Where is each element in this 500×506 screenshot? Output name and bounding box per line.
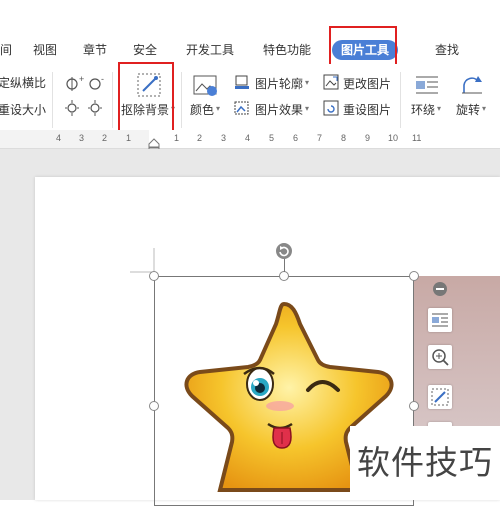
ribbon-tab-bar: 间 视图 章节 安全 开发工具 特色功能 查找 bbox=[0, 34, 500, 89]
ruler-tick-label: 9 bbox=[365, 133, 371, 143]
rotate-dropdown-icon[interactable]: ▾ bbox=[482, 104, 486, 113]
change-picture-button[interactable]: 更改图片 bbox=[343, 75, 391, 92]
picture-color-icon bbox=[193, 75, 217, 96]
change-picture-icon bbox=[323, 74, 339, 90]
rotate-button[interactable]: 旋转 bbox=[456, 101, 480, 118]
picture-color-button[interactable]: 颜色 bbox=[190, 101, 214, 118]
ribbon-divider bbox=[52, 72, 53, 128]
text-wrap-icon bbox=[416, 76, 438, 94]
collapse-toolbar-icon[interactable] bbox=[432, 281, 448, 297]
ruler-tick-label: 4 bbox=[56, 133, 62, 143]
tab-developer-tools[interactable]: 开发工具 bbox=[186, 41, 234, 58]
ribbon-divider bbox=[112, 72, 113, 128]
text-wrap-button[interactable]: 环绕 bbox=[411, 101, 435, 118]
wrap-text-icon bbox=[432, 313, 448, 327]
ribbon-divider bbox=[400, 72, 401, 128]
picture-outline-icon bbox=[235, 75, 249, 89]
ruler-tick-label: 2 bbox=[197, 133, 203, 143]
ruler-tick-label: 6 bbox=[293, 133, 299, 143]
tab-special-features[interactable]: 特色功能 bbox=[263, 41, 311, 58]
tab-find[interactable]: 查找 bbox=[435, 41, 459, 58]
ruler-tick-label: 7 bbox=[317, 133, 323, 143]
tab-page-layout[interactable]: 间 bbox=[0, 41, 12, 58]
outline-dropdown-icon[interactable]: ▾ bbox=[305, 78, 309, 87]
effects-dropdown-icon[interactable]: ▾ bbox=[305, 104, 309, 113]
color-dropdown-icon[interactable]: ▾ bbox=[216, 104, 220, 113]
wrap-dropdown-icon[interactable]: ▾ bbox=[437, 104, 441, 113]
ruler-tick-label: 5 bbox=[269, 133, 275, 143]
ruler-tick-label: 8 bbox=[341, 133, 347, 143]
highlight-box-remove-background bbox=[118, 62, 174, 132]
rotate-handle-stem bbox=[284, 258, 285, 272]
ruler-tick-label: 2 bbox=[102, 133, 108, 143]
rotate-icon bbox=[462, 76, 482, 94]
ruler-tick-label: 4 bbox=[245, 133, 251, 143]
picture-effects-icon bbox=[234, 101, 249, 115]
resize-handle-top-right[interactable] bbox=[409, 271, 419, 281]
watermark-text: 软件技巧 bbox=[350, 426, 500, 500]
lock-aspect-ratio-button[interactable]: 定纵横比 bbox=[0, 74, 46, 91]
crop-adjust-icons[interactable]: + - bbox=[64, 74, 104, 120]
ruler-tick-label: 11 bbox=[412, 133, 422, 143]
zoom-picture-button[interactable] bbox=[428, 345, 452, 369]
reset-picture-icon bbox=[323, 100, 339, 116]
picture-background-area bbox=[414, 276, 500, 426]
tab-security[interactable]: 安全 bbox=[133, 41, 157, 58]
zoom-in-icon bbox=[432, 349, 449, 366]
remove-background-icon bbox=[431, 388, 449, 406]
svg-text:+: + bbox=[79, 74, 84, 84]
reset-size-button[interactable]: 重设大小 bbox=[0, 101, 46, 118]
ruler-tick-label: 1 bbox=[126, 133, 132, 143]
picture-outline-button[interactable]: 图片轮廓 bbox=[255, 75, 303, 92]
resize-handle-top[interactable] bbox=[279, 271, 289, 281]
picture-effects-button[interactable]: 图片效果 bbox=[255, 101, 303, 118]
svg-text:-: - bbox=[101, 74, 104, 84]
ruler-tick-label: 1 bbox=[174, 133, 180, 143]
ruler-tick-label: 3 bbox=[221, 133, 227, 143]
ruler-tick-label: 10 bbox=[388, 133, 399, 143]
layout-options-button[interactable] bbox=[428, 308, 452, 332]
resize-handle-top-left[interactable] bbox=[149, 271, 159, 281]
rotate-handle-icon[interactable] bbox=[275, 242, 293, 260]
ruler-tick-label: 3 bbox=[79, 133, 85, 143]
tab-view[interactable]: 视图 bbox=[33, 41, 57, 58]
resize-handle-right[interactable] bbox=[409, 401, 419, 411]
resize-handle-left[interactable] bbox=[149, 401, 159, 411]
highlight-box-picture-tools bbox=[329, 26, 397, 68]
ribbon-divider bbox=[181, 72, 182, 128]
tab-section[interactable]: 章节 bbox=[83, 41, 107, 58]
reset-picture-button[interactable]: 重设图片 bbox=[343, 101, 391, 118]
remove-background-quick-button[interactable] bbox=[428, 385, 452, 409]
